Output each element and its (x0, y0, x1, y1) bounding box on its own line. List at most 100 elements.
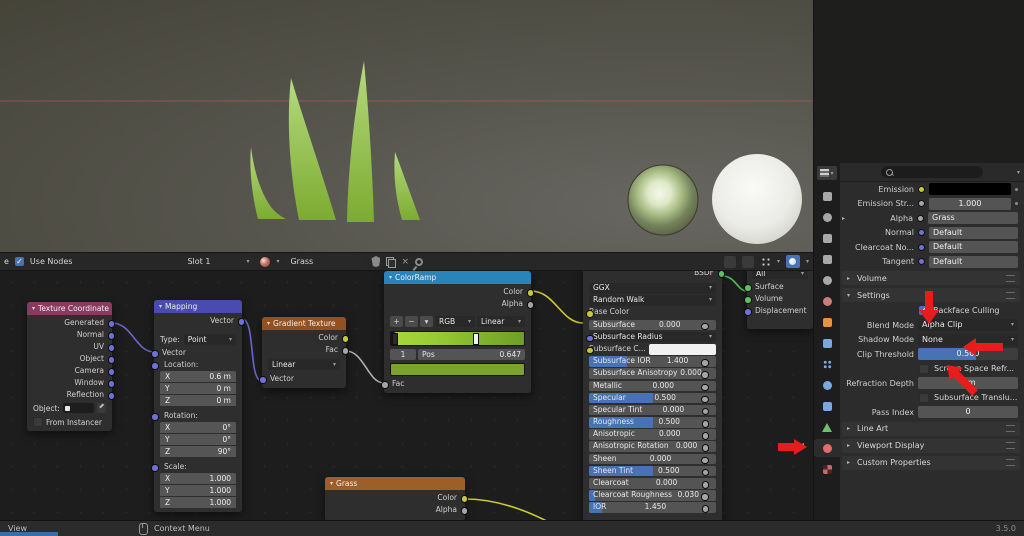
purple-socket[interactable] (918, 258, 925, 265)
prop-tangent-field[interactable]: Default (929, 255, 1018, 268)
bsdf-roughness[interactable]: Roughness 0.500 (589, 417, 716, 428)
tab-material[interactable] (814, 439, 840, 457)
purple-socket[interactable] (586, 334, 594, 343)
bsdf-sheen-tint[interactable]: Sheen Tint 0.500 (589, 465, 716, 477)
mapping-value-field[interactable]: Z 0 m (160, 395, 236, 406)
bsdf-specular[interactable]: Specular 0.500 (589, 392, 716, 404)
gray-socket[interactable] (701, 432, 709, 440)
tab-modifiers[interactable] (814, 334, 840, 352)
distribution-dropdown[interactable]: GGX (589, 283, 716, 294)
vector-input-socket[interactable] (151, 350, 159, 358)
bsdf-output-socket[interactable] (717, 271, 725, 278)
purple-socket[interactable] (151, 413, 159, 421)
filter-options-caret[interactable]: ▾ (1017, 169, 1020, 176)
eyedropper-icon[interactable] (97, 403, 106, 413)
prop-normal-field[interactable]: Default (929, 226, 1018, 239)
gray-socket[interactable] (701, 371, 709, 379)
gray-socket[interactable] (526, 301, 534, 309)
bsdf-specular-tint[interactable]: Specular Tint 0.000 (589, 404, 716, 416)
material-name-field[interactable]: Grass (285, 255, 366, 268)
bsdf-subsurface-radius[interactable]: Subsurface Radius (586, 331, 716, 343)
prop-clearcoat-no-field[interactable]: Default (929, 241, 1018, 253)
purple-socket[interactable] (744, 308, 752, 316)
tab-constraints[interactable] (814, 397, 840, 415)
mapping-value-field[interactable]: X 0° (160, 422, 236, 433)
gray-socket[interactable] (701, 407, 709, 416)
node-colorramp[interactable]: ▾ ColorRamp ColorAlpha + − ▾ RGB Linear … (381, 271, 534, 393)
panel-line-art[interactable]: ▸ Line Art (842, 421, 1020, 436)
overlays-caret[interactable]: ▾ (806, 258, 809, 265)
prop-emission-str-field[interactable]: 1.000 (929, 197, 1011, 210)
prop-alpha-field[interactable]: Grass (928, 212, 1018, 224)
material-preview-icon[interactable] (260, 256, 271, 267)
tab-world[interactable] (814, 292, 840, 310)
purple-socket[interactable] (107, 380, 115, 388)
mapping-value-field[interactable]: Z 1.000 (160, 497, 236, 508)
gray-socket[interactable] (701, 420, 709, 428)
tab-scene[interactable] (814, 271, 840, 289)
node-material-output[interactable]: All Surface Volume Displacement (744, 271, 813, 329)
shader-node-canvas[interactable]: ▾ Texture Coordinate Generated Normal UV Ob… (0, 271, 813, 520)
vector-input-socket[interactable] (259, 376, 267, 384)
tab-object-data[interactable] (814, 418, 840, 436)
bsdf-clearcoat[interactable]: Clearcoat 0.000 (589, 478, 716, 489)
animate-dot[interactable] (1015, 187, 1018, 191)
gray-socket[interactable] (341, 347, 349, 355)
expander-caret[interactable]: ▸ (842, 215, 847, 222)
node-header[interactable]: ▾ Grass (325, 477, 465, 490)
subsurface-translucency-checkbox[interactable] (919, 392, 929, 403)
stop-position-slider[interactable]: Pos 0.647 (418, 349, 525, 360)
pass-index-field[interactable]: 0 (918, 406, 1018, 418)
prop-emission-colorbar[interactable] (929, 183, 1011, 195)
purple-socket[interactable] (918, 243, 925, 251)
background-image-icon[interactable] (741, 255, 754, 268)
purple-socket[interactable] (107, 392, 115, 400)
mapping-value-field[interactable]: X 1.000 (160, 473, 236, 484)
purple-socket[interactable] (107, 356, 115, 364)
purple-socket[interactable] (151, 362, 159, 370)
tab-view-layer[interactable] (814, 250, 840, 268)
color-ramp-gradient[interactable] (390, 331, 525, 346)
mapping-type-dropdown[interactable]: Point (183, 334, 236, 345)
3d-viewport[interactable] (0, 0, 813, 252)
purple-socket[interactable] (107, 368, 115, 376)
mapping-value-field[interactable]: X 0.6 m (160, 371, 236, 382)
purple-socket[interactable] (151, 464, 159, 472)
bsdf-anisotropic[interactable]: Anisotropic 0.000 (589, 429, 716, 440)
gray-socket[interactable] (701, 505, 709, 513)
gray-socket[interactable] (701, 456, 709, 465)
gray-socket[interactable] (918, 200, 925, 207)
gray-socket[interactable] (701, 444, 709, 452)
color-mode-dropdown[interactable]: RGB (435, 316, 475, 327)
stop-index-field[interactable]: 1 (390, 349, 416, 360)
purple-socket[interactable] (918, 229, 925, 236)
yellow-socket[interactable] (460, 495, 468, 503)
overlays-toggle-icon[interactable] (785, 255, 800, 268)
refraction-depth-field[interactable]: 0 m (918, 377, 1018, 389)
panel-custom-properties[interactable]: ▸ Custom Properties (842, 455, 1020, 470)
node-principled-bsdf[interactable]: BSDF GGX Random Walk Base ColorSubsurfac… (583, 271, 725, 520)
green-socket[interactable] (744, 296, 752, 304)
interpolation-dropdown[interactable]: Linear (477, 316, 525, 327)
shadow-mode-dropdown[interactable]: None (918, 333, 1018, 346)
purple-socket[interactable] (107, 344, 115, 352)
bsdf-subsurface-c[interactable]: Subsurface C... (586, 343, 716, 355)
tab-physics[interactable] (814, 376, 840, 394)
node-gradient-texture[interactable]: ▾ Gradient Texture Color Fac Linear Vecto… (259, 317, 349, 388)
node-header[interactable]: ▾ ColorRamp (384, 271, 531, 284)
pin-icon[interactable] (413, 255, 425, 268)
node-header[interactable]: ▾ Texture Coordinate (27, 302, 112, 315)
green-socket[interactable] (744, 284, 752, 292)
output-target-dropdown[interactable]: All (752, 271, 808, 279)
ramp-options-button[interactable]: ▾ (420, 316, 433, 327)
bsdf-anisotropic-rotation[interactable]: Anisotropic Rotation 0.000 (589, 441, 716, 453)
gray-socket[interactable] (460, 507, 468, 515)
unlink-close-icon[interactable]: × (401, 257, 409, 267)
node-group-grass[interactable]: ▾ Grass Color Alpha (325, 477, 468, 520)
fake-user-shield-icon[interactable] (371, 256, 381, 267)
stop-color-swatch[interactable] (390, 363, 525, 376)
object-field[interactable] (62, 403, 94, 413)
yellow-socket[interactable] (918, 185, 925, 193)
collapse-caret[interactable]: ▾ (267, 320, 270, 327)
screen-space-refraction-checkbox[interactable] (919, 363, 929, 374)
